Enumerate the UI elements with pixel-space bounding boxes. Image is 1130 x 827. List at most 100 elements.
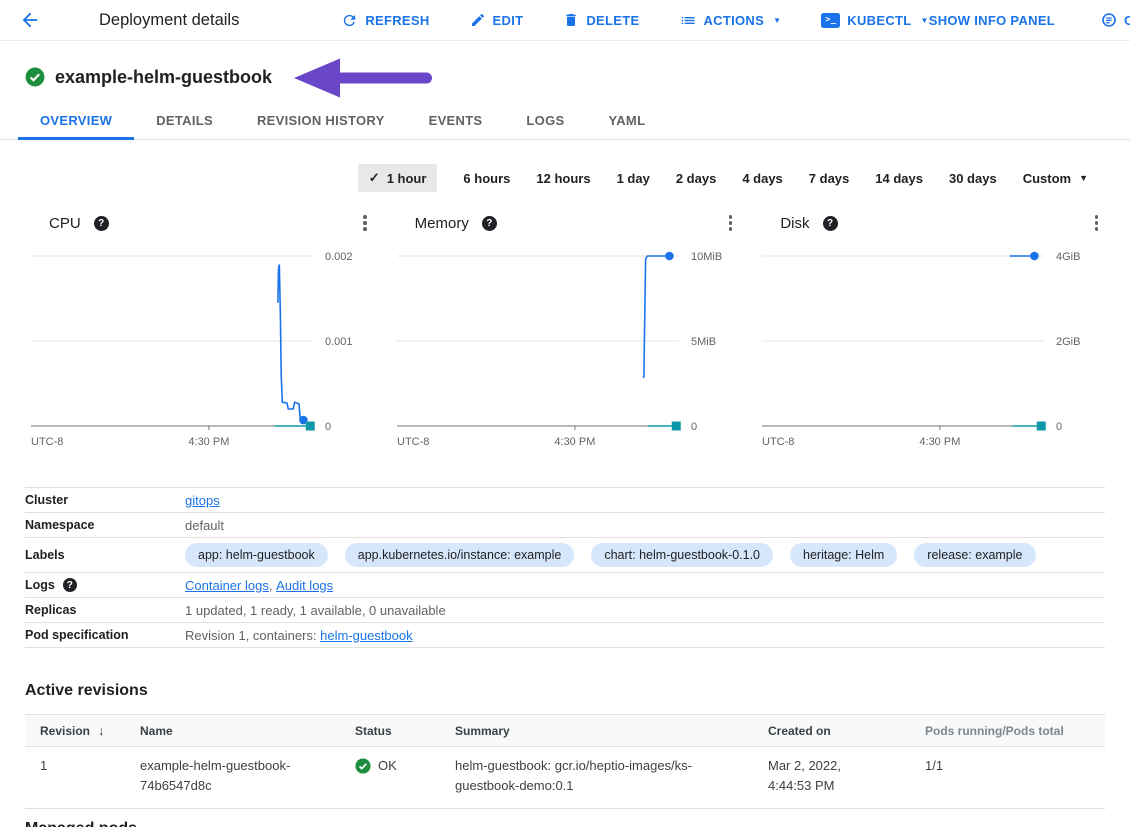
summary-cell: helm-guestbook: gcr.io/heptio-images/ks-… (440, 747, 753, 808)
time-range-option-custom[interactable]: Custom▼ (1023, 171, 1088, 186)
label-chip: app.kubernetes.io/instance: example (345, 543, 575, 567)
svg-text:UTC-8: UTC-8 (762, 436, 794, 448)
column-header-created-on[interactable]: Created on (753, 715, 910, 746)
chart-card-memory: Memory ? 05MiB10MiBUTC-84:30 PM (391, 206, 757, 450)
check-icon: ✓ (369, 170, 380, 186)
deployment-title-row: example-helm-guestbook (0, 62, 1130, 92)
detail-label: Namespace (25, 518, 185, 532)
column-header-revision[interactable]: Revision↓ (25, 715, 125, 746)
operations-icon (1101, 12, 1117, 28)
tab-details[interactable]: DETAILS (134, 102, 235, 139)
time-range-option-1-day[interactable]: 1 day (617, 171, 650, 186)
svg-text:0.002: 0.002 (325, 251, 353, 263)
detail-row-replicas: Replicas 1 updated, 1 ready, 1 available… (25, 598, 1105, 623)
more-options-icon[interactable] (1091, 211, 1103, 235)
refresh-button[interactable]: REFRESH (341, 12, 429, 29)
detail-label: Cluster (25, 493, 185, 507)
detail-label: Replicas (25, 603, 185, 617)
detail-label: Labels (25, 548, 185, 562)
more-options-icon[interactable] (359, 211, 371, 235)
column-header-pods-running-pods-total[interactable]: Pods running/Pods total (910, 715, 1105, 746)
table-row: 1example-helm-guestbook-74b6547d8c OK helm… (25, 747, 1105, 809)
time-range-option-4-days[interactable]: 4 days (742, 171, 782, 186)
revisions-header: Revision↓NameStatusSummaryCreated onPods… (25, 714, 1105, 747)
chart-card-cpu: CPU ? 00.0010.002UTC-84:30 PM (25, 206, 391, 450)
back-arrow-icon (19, 9, 41, 31)
detail-label: Logs ? (25, 578, 185, 592)
detail-row-labels: Labels app: helm-guestbook app.kubernetes… (25, 538, 1105, 573)
tabs: OVERVIEWDETAILSREVISION HISTORYEVENTSLOG… (0, 102, 1130, 140)
time-range-option-6-hours[interactable]: 6 hours (463, 171, 510, 186)
kubectl-button[interactable]: >_ KUBECTL ▼ (821, 13, 928, 28)
pencil-icon (470, 12, 486, 28)
svg-text:0: 0 (325, 421, 331, 433)
container-link[interactable]: helm-guestbook (320, 628, 413, 643)
time-range-option-12-hours[interactable]: 12 hours (536, 171, 590, 186)
tab-events[interactable]: EVENTS (407, 102, 505, 139)
list-icon (679, 12, 696, 29)
svg-text:4:30 PM: 4:30 PM (188, 436, 229, 448)
edit-button[interactable]: EDIT (470, 12, 524, 28)
detail-label: Pod specification (25, 628, 185, 642)
tab-revision-history[interactable]: REVISION HISTORY (235, 102, 407, 139)
label-chip: chart: helm-guestbook-0.1.0 (591, 543, 773, 567)
logs-links: Container logs, Audit logs (185, 578, 333, 593)
chevron-down-icon: ▼ (1079, 173, 1088, 183)
revision-cell: 1 (25, 747, 125, 808)
help-icon[interactable]: ? (823, 216, 838, 231)
svg-text:4:30 PM: 4:30 PM (920, 436, 961, 448)
annotation-arrow (292, 56, 434, 100)
column-header-name[interactable]: Name (125, 715, 340, 746)
column-header-summary[interactable]: Summary (440, 715, 753, 746)
help-icon[interactable]: ? (94, 216, 109, 231)
cluster-link[interactable]: gitops (185, 493, 220, 508)
operations-button[interactable]: OPERATIONS (1101, 12, 1130, 28)
trash-icon (563, 12, 579, 28)
back-button[interactable] (18, 8, 42, 32)
help-icon[interactable]: ? (63, 578, 77, 592)
svg-text:0: 0 (1056, 421, 1062, 433)
detail-row-logs: Logs ? Container logs, Audit logs (25, 573, 1105, 598)
svg-text:10MiB: 10MiB (691, 251, 722, 263)
svg-text:0.001: 0.001 (325, 336, 353, 348)
time-range-option-14-days[interactable]: 14 days (875, 171, 923, 186)
svg-text:0: 0 (691, 421, 697, 433)
more-options-icon[interactable] (725, 211, 737, 235)
logs-link-audit-logs[interactable]: Audit logs (276, 578, 333, 593)
status-ok-icon (355, 758, 371, 774)
detail-row-pod-specification: Pod specification Revision 1, containers… (25, 623, 1105, 648)
delete-button[interactable]: DELETE (563, 12, 639, 28)
pod-spec-prefix: Revision 1, containers: (185, 628, 320, 643)
time-range-option-30-days[interactable]: 30 days (949, 171, 997, 186)
svg-text:5MiB: 5MiB (691, 336, 716, 348)
terminal-icon: >_ (821, 13, 840, 28)
show-info-panel-button[interactable]: SHOW INFO PANEL (929, 13, 1055, 28)
svg-text:4GiB: 4GiB (1056, 251, 1080, 263)
memory-chart: 05MiB10MiBUTC-84:30 PM (391, 240, 736, 450)
actions-button[interactable]: ACTIONS ▼ (679, 12, 781, 29)
chart-title: Disk (780, 215, 809, 232)
name-cell: example-helm-guestbook-74b6547d8c (125, 747, 340, 808)
time-range-option-2-days[interactable]: 2 days (676, 171, 716, 186)
help-icon[interactable]: ? (482, 216, 497, 231)
detail-row-namespace: Namespace default (25, 513, 1105, 538)
detail-row-cluster: Cluster gitops (25, 488, 1105, 513)
column-header-status[interactable]: Status (340, 715, 440, 746)
status-text: OK (378, 756, 397, 776)
created-on-cell: Mar 2, 2022, 4:44:53 PM (753, 747, 910, 808)
deployment-details-list: Cluster gitops Namespace default Labels … (25, 487, 1105, 648)
label-chip: heritage: Helm (790, 543, 897, 567)
svg-text:2GiB: 2GiB (1056, 336, 1080, 348)
tab-overview[interactable]: OVERVIEW (18, 102, 134, 139)
tab-yaml[interactable]: YAML (586, 102, 667, 139)
svg-text:UTC-8: UTC-8 (31, 436, 63, 448)
logs-link-container-logs[interactable]: Container logs (185, 578, 269, 593)
label-chip: app: helm-guestbook (185, 543, 328, 567)
refresh-icon (341, 12, 358, 29)
time-range-option-1-hour[interactable]: ✓1 hour (358, 164, 438, 192)
tab-logs[interactable]: LOGS (504, 102, 586, 139)
time-range-option-7-days[interactable]: 7 days (809, 171, 849, 186)
section-title: Active revisions (25, 682, 1105, 700)
labels-chips: app: helm-guestbook app.kubernetes.io/ins… (185, 540, 1036, 570)
sort-descending-icon: ↓ (98, 723, 105, 738)
